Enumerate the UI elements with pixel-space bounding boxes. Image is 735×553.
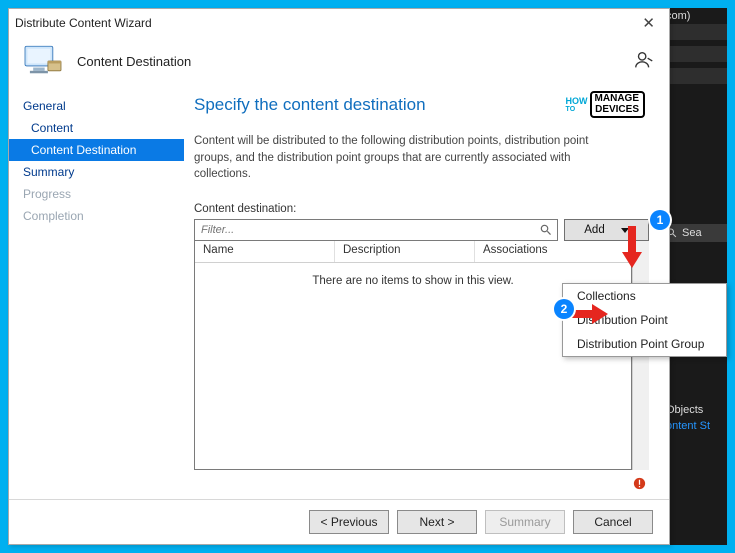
wizard-icon [23, 43, 63, 79]
destination-label: Content destination: [194, 203, 649, 215]
header-label: Content Destination [77, 54, 191, 69]
next-button[interactable]: Next > [397, 510, 477, 534]
sidebar-content[interactable]: Content [9, 117, 184, 139]
wizard-sidebar: General Content Content Destination Summ… [9, 89, 184, 499]
filter-box[interactable] [194, 219, 558, 241]
user-icon [633, 49, 655, 74]
wizard-dialog: Distribute Content Wizard ✕ Content Dest… [8, 8, 670, 545]
col-description[interactable]: Description [335, 241, 475, 262]
watermark: HOW TO MANAGE DEVICES [566, 91, 645, 118]
bg-search-box[interactable]: Sea [662, 224, 727, 242]
sidebar-completion: Completion [9, 205, 184, 227]
dialog-header: Content Destination [9, 37, 669, 89]
dialog-title: Distribute Content Wizard [15, 16, 152, 30]
empty-message: There are no items to show in this view. [312, 275, 513, 287]
summary-button: Summary [485, 510, 565, 534]
bg-objects-label: Objects [662, 402, 727, 418]
menu-distribution-point-group[interactable]: Distribution Point Group [563, 332, 726, 356]
page-description: Content will be distributed to the follo… [194, 133, 624, 183]
titlebar: Distribute Content Wizard ✕ [9, 9, 669, 37]
close-icon[interactable]: ✕ [634, 14, 663, 32]
sidebar-summary[interactable]: Summary [9, 161, 184, 183]
cancel-button[interactable]: Cancel [573, 510, 653, 534]
annotation-badge-2: 2 [554, 299, 574, 319]
sidebar-content-destination[interactable]: Content Destination [9, 139, 184, 161]
sidebar-general[interactable]: General [9, 95, 184, 117]
previous-button[interactable]: < Previous [309, 510, 389, 534]
bg-link[interactable]: ontent St [662, 418, 727, 434]
error-icon [632, 476, 647, 491]
background-panel: com) Sea Objects ontent St [662, 8, 727, 545]
col-associations[interactable]: Associations [475, 241, 631, 262]
annotation-badge-1: 1 [650, 210, 670, 230]
bg-top-tag: com) [662, 8, 727, 24]
col-name[interactable]: Name [195, 241, 335, 262]
annotation-arrow-1 [618, 222, 646, 270]
search-icon [539, 223, 553, 237]
sidebar-progress: Progress [9, 183, 184, 205]
wizard-footer: < Previous Next > Summary Cancel [9, 499, 669, 544]
filter-input[interactable] [199, 220, 539, 240]
